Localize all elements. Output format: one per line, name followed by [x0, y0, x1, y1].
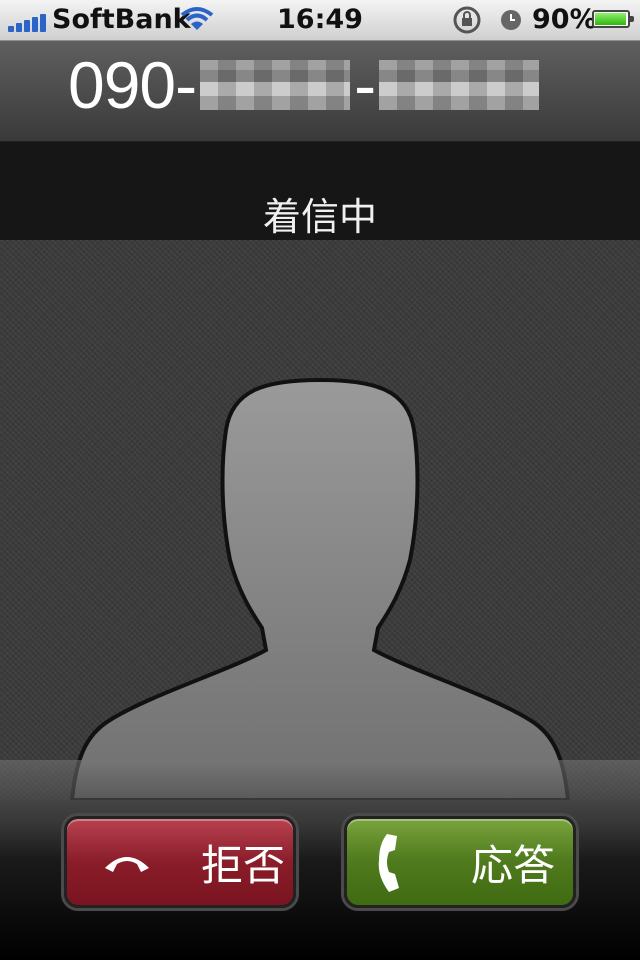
answer-label: 応答 [471, 840, 556, 890]
caller-number-prefix: 090- [68, 48, 197, 122]
caller-number-separator: - [354, 48, 376, 122]
call-action-dock: 拒否 応答 [0, 760, 640, 960]
redacted-mosaic [200, 60, 351, 110]
decline-button[interactable]: 拒否 [64, 816, 296, 908]
call-status: 着信中 [262, 195, 377, 239]
answer-button[interactable]: 応答 [344, 816, 576, 908]
battery-icon [592, 10, 634, 28]
contact-photo-area [0, 240, 640, 800]
person-silhouette-icon [69, 377, 571, 800]
decline-label: 拒否 [201, 840, 286, 890]
call-status-band: 着信中 [0, 142, 640, 240]
alarm-icon [498, 7, 524, 40]
status-bar: SoftBank 16:49 90% [0, 0, 640, 41]
battery-percent: 90% [532, 4, 597, 35]
caller-header: 090- - [0, 41, 640, 142]
caller-number: 090- - [68, 47, 543, 123]
hang-up-icon [87, 850, 167, 874]
redacted-mosaic [379, 60, 540, 110]
phone-icon [357, 830, 437, 894]
orientation-lock-icon [452, 5, 484, 42]
